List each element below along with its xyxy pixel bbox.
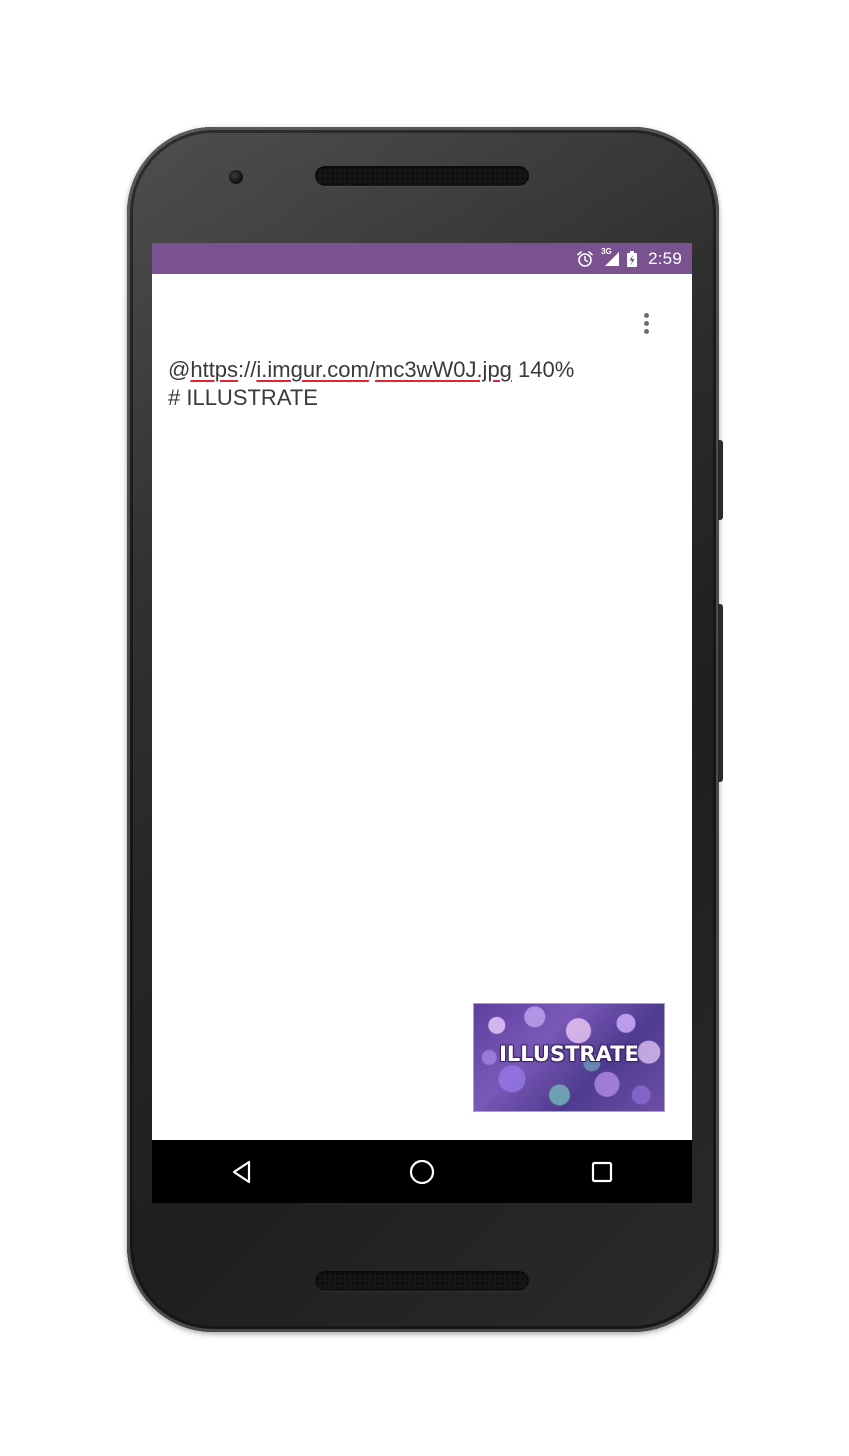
illustrate-label: ILLUSTRATE: [499, 1042, 639, 1066]
menu-dot: [643, 328, 649, 334]
screen: 3G 2:59 @https://i.imgur.com/mc3wW0J.jpg…: [152, 243, 692, 1203]
menu-dot: [643, 320, 649, 326]
status-bar: 3G 2:59: [152, 243, 692, 274]
back-button[interactable]: [212, 1142, 272, 1202]
overflow-menu-icon[interactable]: [636, 308, 656, 338]
network-type-label: 3G: [601, 246, 612, 256]
power-button: [718, 440, 723, 520]
editor-line-1: @https://i.imgur.com/mc3wW0J.jpg 140%: [168, 356, 678, 384]
url-scheme: https: [190, 357, 239, 382]
url-file: mc3wW0J.jpg: [375, 357, 512, 382]
home-button[interactable]: [392, 1142, 452, 1202]
back-icon: [232, 1160, 251, 1183]
bottom-speaker: [315, 1271, 529, 1291]
status-time: 2:59: [648, 248, 682, 268]
recents-button[interactable]: [572, 1142, 632, 1202]
editor-line-2: # ILLUSTRATE: [168, 385, 318, 410]
home-icon: [409, 1159, 435, 1184]
menu-dot: [643, 312, 649, 318]
signal-icon: 3G: [600, 246, 620, 268]
image-scale: 140%: [511, 357, 575, 382]
illustrate-preview-image[interactable]: ILLUSTRATE: [474, 1004, 664, 1111]
alarm-icon: [576, 250, 594, 268]
url-separator: ://: [238, 357, 257, 382]
battery-icon: [626, 250, 638, 268]
line-prefix: @: [168, 357, 191, 382]
device-frame: 3G 2:59 @https://i.imgur.com/mc3wW0J.jpg…: [0, 0, 849, 1456]
url-host: i.imgur.com: [256, 357, 369, 382]
front-camera: [229, 170, 243, 184]
recents-icon: [591, 1161, 613, 1182]
editor-screen: @https://i.imgur.com/mc3wW0J.jpg 140% # …: [152, 274, 692, 1140]
note-editor[interactable]: @https://i.imgur.com/mc3wW0J.jpg 140% # …: [168, 356, 678, 412]
volume-button: [718, 604, 723, 782]
navigation-bar: [152, 1140, 692, 1203]
top-speaker: [315, 166, 529, 186]
